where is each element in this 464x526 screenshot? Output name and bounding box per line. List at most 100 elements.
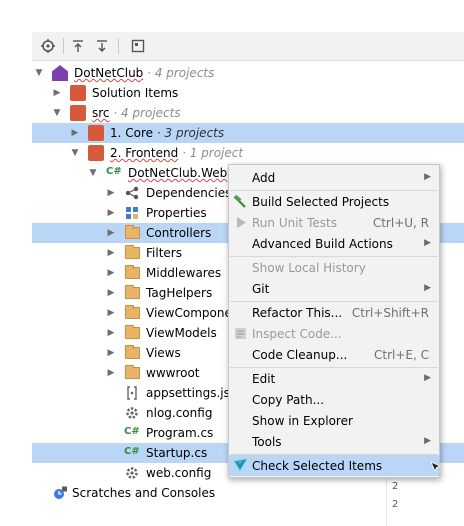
chevron-right-icon[interactable]: ▶ bbox=[106, 183, 116, 203]
menu-item-advanced-build-actions[interactable]: Advanced Build Actions ▶ bbox=[229, 233, 439, 254]
folder-icon bbox=[125, 245, 140, 259]
chevron-right-icon[interactable]: ▶ bbox=[106, 243, 116, 263]
menu-item-label: Build Selected Projects bbox=[252, 195, 390, 209]
menu-item-shortcut: Ctrl+Shift+R bbox=[351, 306, 429, 320]
toolbar-separator bbox=[63, 38, 64, 54]
tree-meta: · 1 project bbox=[182, 146, 244, 160]
csharp-file-icon: C# bbox=[124, 446, 140, 457]
menu-item-label: Code Cleanup... bbox=[252, 348, 348, 362]
tree-label: Controllers bbox=[146, 226, 212, 240]
menu-item-inspect-code[interactable]: Inspect Code... bbox=[229, 323, 439, 344]
menu-item-copy-path[interactable]: Copy Path... bbox=[229, 389, 439, 410]
folder-icon bbox=[125, 325, 140, 339]
tree-label: web.config bbox=[146, 466, 212, 480]
tree-label: ViewModels bbox=[146, 326, 217, 340]
menu-item-build-selected-projects[interactable]: Build Selected Projects bbox=[229, 191, 439, 212]
tree-label: TagHelpers bbox=[146, 286, 213, 300]
inspect-icon bbox=[233, 326, 248, 341]
tree-row-solution[interactable]: ▼ DotNetClub · 4 projects bbox=[32, 63, 464, 83]
chevron-right-icon[interactable]: ▶ bbox=[70, 123, 80, 143]
menu-item-label: Copy Path... bbox=[252, 393, 325, 407]
csharp-file-icon: C# bbox=[124, 426, 140, 437]
solution-icon bbox=[52, 65, 68, 81]
tree-label: Dependencies bbox=[146, 186, 232, 200]
chevron-right-icon[interactable]: ▶ bbox=[106, 363, 116, 383]
tree-label: 1. Core bbox=[110, 126, 154, 140]
chevron-right-icon[interactable]: ▶ bbox=[106, 343, 116, 363]
menu-item-tools[interactable]: Tools ▶ bbox=[229, 431, 439, 452]
chevron-right-icon[interactable]: ▶ bbox=[52, 83, 62, 103]
folder-icon bbox=[125, 285, 140, 299]
tree-label: Startup.cs bbox=[146, 446, 208, 460]
menu-item-shortcut: Ctrl+U, R bbox=[372, 216, 429, 230]
solution-folder-icon bbox=[88, 145, 104, 161]
collapse-all-icon[interactable] bbox=[68, 36, 88, 56]
folder-icon bbox=[125, 305, 140, 319]
tree-label: Filters bbox=[146, 246, 182, 260]
menu-item-show-in-explorer[interactable]: Show in Explorer bbox=[229, 410, 439, 431]
solution-folder-icon bbox=[88, 125, 104, 141]
tree-row-src[interactable]: ▼ src · 4 projects bbox=[32, 103, 464, 123]
chevron-down-icon[interactable]: ▼ bbox=[52, 103, 62, 123]
chevron-right-icon[interactable]: ▶ bbox=[106, 203, 116, 223]
context-menu: Add ▶ Build Selected Projects Run Unit T… bbox=[228, 164, 440, 478]
menu-item-label: Run Unit Tests bbox=[252, 216, 337, 230]
line-number: 2 bbox=[392, 481, 399, 492]
chevron-right-icon[interactable]: ▶ bbox=[106, 283, 116, 303]
folder-icon bbox=[125, 365, 140, 379]
submenu-arrow-icon: ▶ bbox=[424, 283, 431, 293]
expand-all-icon[interactable] bbox=[92, 36, 112, 56]
locate-icon[interactable] bbox=[38, 36, 58, 56]
menu-item-run-unit-tests[interactable]: Run Unit Tests Ctrl+U, R bbox=[229, 212, 439, 233]
menu-item-label: Add bbox=[252, 171, 276, 185]
submenu-arrow-icon: ▶ bbox=[424, 373, 431, 383]
menu-item-label: Advanced Build Actions bbox=[252, 237, 393, 251]
tree-row-solution-items[interactable]: ▶ Solution Items bbox=[32, 83, 464, 103]
tree-label: Middlewares bbox=[146, 266, 222, 280]
folder-icon bbox=[125, 265, 140, 279]
tree-label: src bbox=[92, 106, 110, 120]
chevron-down-icon[interactable]: ▼ bbox=[34, 63, 44, 83]
config-file-icon bbox=[124, 405, 140, 421]
chevron-down-icon[interactable]: ▼ bbox=[70, 143, 80, 163]
tree-row-frontend[interactable]: ▼ 2. Frontend · 1 project bbox=[32, 143, 464, 163]
tree-meta: · 4 projects bbox=[113, 106, 181, 120]
tree-row-scratches[interactable]: Scratches and Consoles bbox=[32, 483, 464, 503]
tree-label: wwwroot bbox=[146, 366, 200, 380]
solution-name: DotNetClub bbox=[74, 66, 144, 80]
menu-item-check-selected-items[interactable]: Check Selected Items bbox=[229, 455, 439, 476]
menu-item-label: Show in Explorer bbox=[252, 414, 353, 428]
json-file-icon bbox=[124, 385, 140, 401]
menu-item-code-cleanup[interactable]: Code Cleanup... Ctrl+E, C bbox=[229, 344, 439, 365]
menu-item-label: Edit bbox=[252, 372, 276, 386]
chevron-right-icon[interactable]: ▶ bbox=[106, 303, 116, 323]
tree-row-core[interactable]: ▶ 1. Core · 3 projects bbox=[32, 123, 464, 143]
solution-folder-icon bbox=[70, 105, 86, 121]
menu-item-git[interactable]: Git ▶ bbox=[229, 278, 439, 299]
chevron-right-icon[interactable]: ▶ bbox=[106, 323, 116, 343]
submenu-arrow-icon: ▶ bbox=[424, 436, 431, 446]
tree-label: Views bbox=[146, 346, 181, 360]
menu-item-label: Show Local History bbox=[252, 261, 366, 275]
show-solution-view-icon[interactable] bbox=[128, 36, 148, 56]
folder-icon bbox=[125, 345, 140, 359]
tree-label: DotNetClub.Web bbox=[128, 166, 228, 180]
tree-label: Scratches and Consoles bbox=[72, 486, 216, 500]
menu-item-edit[interactable]: Edit ▶ bbox=[229, 368, 439, 389]
tree-label: Solution Items bbox=[92, 86, 179, 100]
menu-item-add[interactable]: Add ▶ bbox=[229, 167, 439, 188]
chevron-right-icon[interactable]: ▶ bbox=[106, 223, 116, 243]
line-number: 2 bbox=[392, 499, 399, 510]
check-icon bbox=[233, 458, 248, 473]
tree-label: Properties bbox=[146, 206, 207, 220]
menu-item-label: Refactor This... bbox=[252, 306, 343, 320]
chevron-down-icon[interactable]: ▼ bbox=[88, 163, 98, 183]
menu-item-refactor-this[interactable]: Refactor This... Ctrl+Shift+R bbox=[229, 302, 439, 323]
toolbar-separator bbox=[118, 38, 119, 54]
tree-label: 2. Frontend bbox=[110, 146, 179, 160]
mouse-pointer-icon bbox=[430, 461, 442, 475]
chevron-right-icon[interactable]: ▶ bbox=[106, 263, 116, 283]
menu-item-label: Inspect Code... bbox=[252, 327, 342, 341]
menu-item-show-local-history[interactable]: Show Local History bbox=[229, 257, 439, 278]
submenu-arrow-icon: ▶ bbox=[424, 172, 431, 182]
